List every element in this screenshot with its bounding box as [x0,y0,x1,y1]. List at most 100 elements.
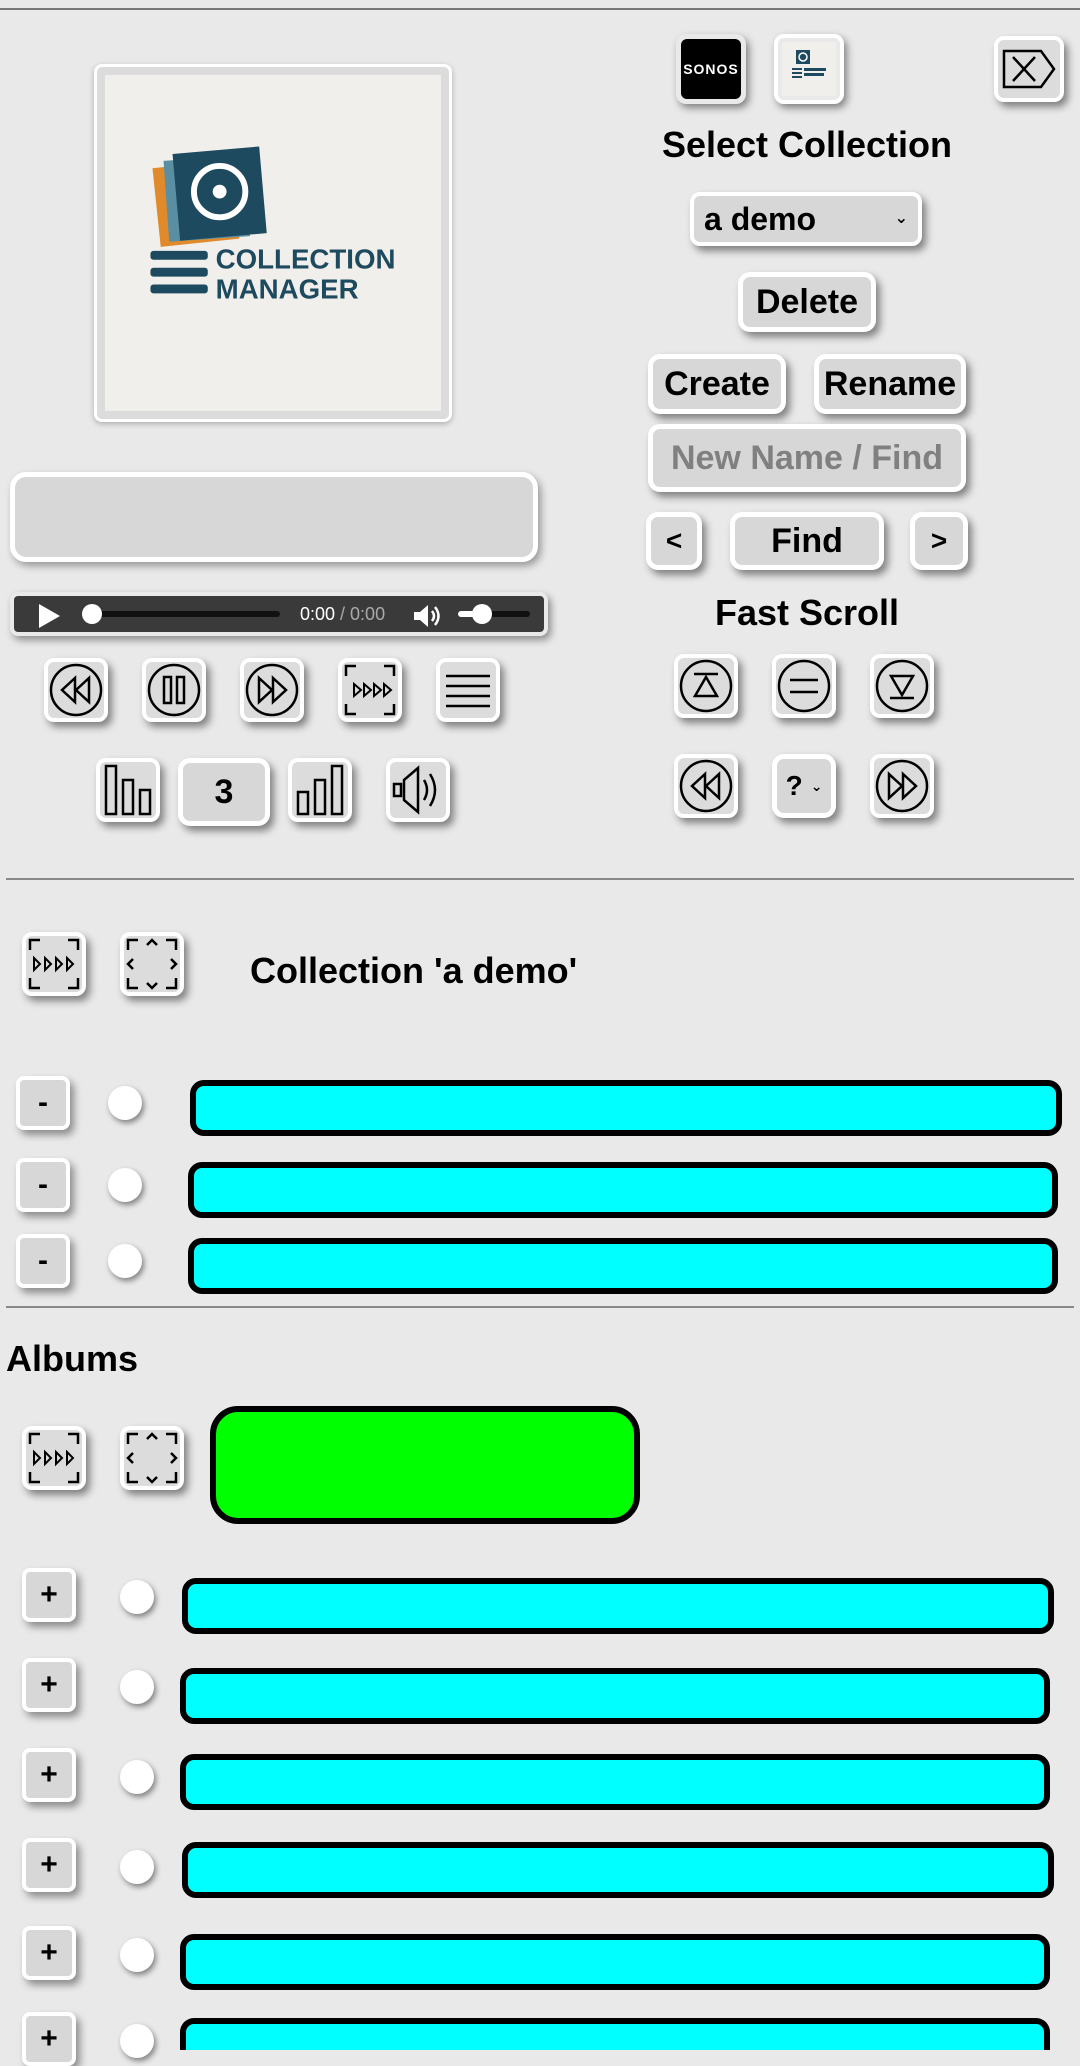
sonos-logo-text: SONOS [683,61,739,77]
play-all-icon [28,1432,80,1484]
item-radio[interactable] [108,1244,142,1278]
track-info-box [10,472,538,562]
scroll-to-top-icon [679,659,733,713]
rename-button[interactable]: Rename [814,354,966,414]
collection-item[interactable] [188,1238,1058,1294]
albums-play-all-button[interactable] [22,1426,86,1490]
albums-heading: Albums [6,1338,139,1379]
pause-button[interactable] [142,658,206,722]
scroll-middle-button[interactable] [772,654,836,718]
collection-expand-button[interactable] [120,932,184,996]
clear-close-icon [1002,49,1056,89]
expand-icon [126,938,178,990]
scroll-page-up-button[interactable] [674,754,738,818]
collection-item[interactable] [188,1162,1058,1218]
section-divider [6,1306,1074,1308]
play-all-icon [344,664,396,716]
album-item[interactable] [182,1842,1054,1898]
next-track-button[interactable] [240,658,304,722]
play-all-icon [28,938,80,990]
remove-item-button[interactable]: - [16,1234,70,1288]
svg-text:MANAGER: MANAGER [216,273,359,304]
play-queue-button[interactable] [338,658,402,722]
album-radio[interactable] [120,2024,154,2058]
select-collection-heading: Select Collection [661,124,953,165]
top-divider [0,8,1080,10]
audio-player[interactable]: 0:00 / 0:00 [10,592,548,636]
album-radio[interactable] [120,1580,154,1614]
albums-expand-button[interactable] [120,1426,184,1490]
chevron-down-icon: ⌄ [810,777,823,794]
speaker-icon [392,765,437,815]
item-radio[interactable] [108,1086,142,1120]
create-button[interactable]: Create [648,354,786,414]
menu-button[interactable] [436,658,500,722]
collection-select[interactable]: a demo ⌄ [690,192,922,246]
app-logo-button[interactable] [774,34,844,104]
name-find-input[interactable]: New Name / Find [648,424,966,492]
collection-select-value: a demo [704,200,817,237]
collection-item[interactable] [190,1080,1062,1136]
rewind-icon [49,663,103,717]
find-prev-button[interactable]: < [646,512,702,570]
add-album-button[interactable]: + [22,1926,76,1980]
album-item[interactable] [180,1934,1050,1990]
jump-letter-value: ? [785,770,803,801]
scroll-top-button[interactable] [674,654,738,718]
volume-down-button[interactable] [96,758,160,822]
chevron-down-icon: ⌄ [894,210,908,227]
album-art-placeholder[interactable] [210,1406,640,1524]
time-display: 0:00 / 0:00 [300,604,385,625]
volume-decrease-icon [104,764,152,816]
scroll-bottom-button[interactable] [870,654,934,718]
find-button[interactable]: Find [730,512,884,570]
expand-icon [126,1432,178,1484]
album-item[interactable] [182,1578,1054,1634]
progress-track[interactable] [88,611,280,617]
progress-thumb[interactable] [82,604,102,624]
pause-icon [147,663,201,717]
album-item[interactable] [180,1754,1050,1810]
section-divider [6,878,1074,880]
album-radio[interactable] [120,1670,154,1704]
volume-icon[interactable] [412,602,442,630]
collection-play-all-button[interactable] [22,932,86,996]
item-radio[interactable] [108,1168,142,1202]
jump-letter-select[interactable]: ? ⌄ [772,754,836,818]
scroll-to-middle-icon [777,659,831,713]
scroll-page-down-button[interactable] [870,754,934,818]
album-item[interactable] [180,1668,1050,1724]
remove-item-button[interactable]: - [16,1158,70,1212]
album-radio[interactable] [120,1938,154,1972]
volume-thumb[interactable] [472,604,492,624]
current-time: 0:00 [300,604,336,624]
sonos-button[interactable]: SONOS [676,34,746,104]
find-next-button[interactable]: > [910,512,968,570]
add-album-button[interactable]: + [22,2012,76,2066]
volume-step-value[interactable]: 3 [178,758,270,826]
album-art: COLLECTION MANAGER [94,64,452,422]
add-album-button[interactable]: + [22,1838,76,1892]
close-button[interactable] [994,36,1064,102]
collection-manager-logo: COLLECTION MANAGER [150,146,395,304]
play-icon[interactable] [36,602,62,630]
delete-button[interactable]: Delete [738,272,876,332]
album-radio[interactable] [120,1850,154,1884]
volume-up-button[interactable] [288,758,352,822]
album-item[interactable] [180,2018,1050,2050]
previous-track-button[interactable] [44,658,108,722]
speaker-button[interactable] [386,758,450,822]
scroll-to-bottom-icon [875,659,929,713]
fast-scroll-heading: Fast Scroll [714,592,900,633]
menu-icon [446,674,490,708]
album-radio[interactable] [120,1760,154,1794]
sonos-logo-icon: SONOS [681,39,741,99]
add-album-button[interactable]: + [22,1568,76,1622]
duration: / 0:00 [335,604,386,624]
collection-manager-mini-icon [782,42,836,96]
rewind-icon [679,759,733,813]
add-album-button[interactable]: + [22,1748,76,1802]
add-album-button[interactable]: + [22,1658,76,1712]
volume-increase-icon [296,764,344,816]
remove-item-button[interactable]: - [16,1076,70,1130]
